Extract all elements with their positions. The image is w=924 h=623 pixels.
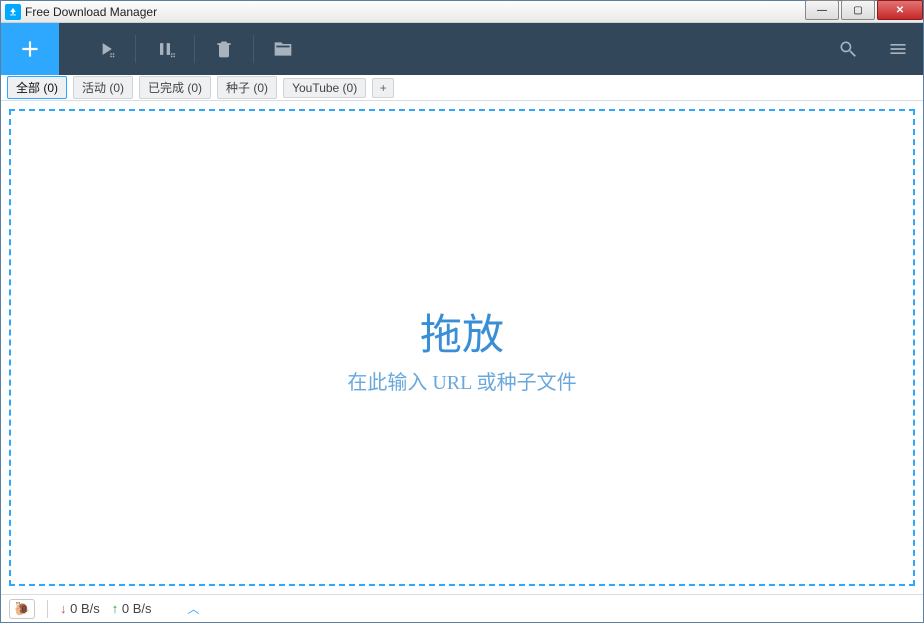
tab-torrents[interactable]: 种子 (0) bbox=[217, 76, 277, 99]
app-window: Free Download Manager bbox=[0, 0, 924, 623]
tab-active[interactable]: 活动 (0) bbox=[73, 76, 133, 99]
speed-details-toggle[interactable]: ︿ bbox=[188, 600, 200, 617]
dropzone-subtitle: 在此输入 URL 或种子文件 bbox=[347, 366, 576, 395]
maximize-button[interactable] bbox=[841, 0, 875, 20]
open-folder-button[interactable] bbox=[254, 23, 312, 75]
tab-label: 种子 (0) bbox=[226, 79, 268, 96]
status-bar: 🐌 ↓ 0 B/s ↑ 0 B/s ︿ bbox=[1, 594, 923, 622]
app-icon bbox=[5, 4, 21, 20]
arrow-down-icon: ↓ bbox=[60, 601, 67, 616]
search-button[interactable] bbox=[823, 39, 873, 59]
start-button[interactable] bbox=[77, 23, 135, 75]
tab-label: 全部 (0) bbox=[16, 79, 58, 96]
tab-all[interactable]: 全部 (0) bbox=[7, 76, 67, 99]
tab-label: 已完成 (0) bbox=[148, 79, 202, 96]
filter-tabs: 全部 (0) 活动 (0) 已完成 (0) 种子 (0) YouTube (0)… bbox=[1, 75, 923, 101]
main-area: 拖放 在此输入 URL 或种子文件 bbox=[1, 101, 923, 594]
tab-label: 活动 (0) bbox=[82, 79, 124, 96]
tab-completed[interactable]: 已完成 (0) bbox=[139, 76, 211, 99]
dropzone[interactable]: 拖放 在此输入 URL 或种子文件 bbox=[9, 109, 915, 586]
download-speed-value: 0 B/s bbox=[70, 601, 100, 616]
dropzone-title: 拖放 bbox=[420, 301, 504, 362]
add-tab-button[interactable]: + bbox=[372, 78, 394, 98]
delete-button[interactable] bbox=[195, 23, 253, 75]
titlebar[interactable]: Free Download Manager bbox=[1, 1, 923, 23]
snail-icon: 🐌 bbox=[14, 601, 30, 617]
minimize-button[interactable] bbox=[805, 0, 839, 20]
menu-button[interactable] bbox=[873, 39, 923, 59]
upload-speed-value: 0 B/s bbox=[122, 601, 152, 616]
plus-icon: + bbox=[380, 81, 387, 95]
download-speed: ↓ 0 B/s bbox=[60, 601, 100, 616]
arrow-up-icon: ↑ bbox=[112, 601, 119, 616]
window-title: Free Download Manager bbox=[25, 5, 157, 19]
tab-label: YouTube (0) bbox=[292, 81, 357, 95]
add-download-button[interactable] bbox=[1, 23, 59, 75]
main-toolbar bbox=[1, 23, 923, 75]
snail-mode-button[interactable]: 🐌 bbox=[9, 599, 35, 619]
pause-button[interactable] bbox=[136, 23, 194, 75]
upload-speed: ↑ 0 B/s bbox=[112, 601, 152, 616]
tab-youtube[interactable]: YouTube (0) bbox=[283, 78, 366, 98]
close-button[interactable] bbox=[877, 0, 923, 20]
